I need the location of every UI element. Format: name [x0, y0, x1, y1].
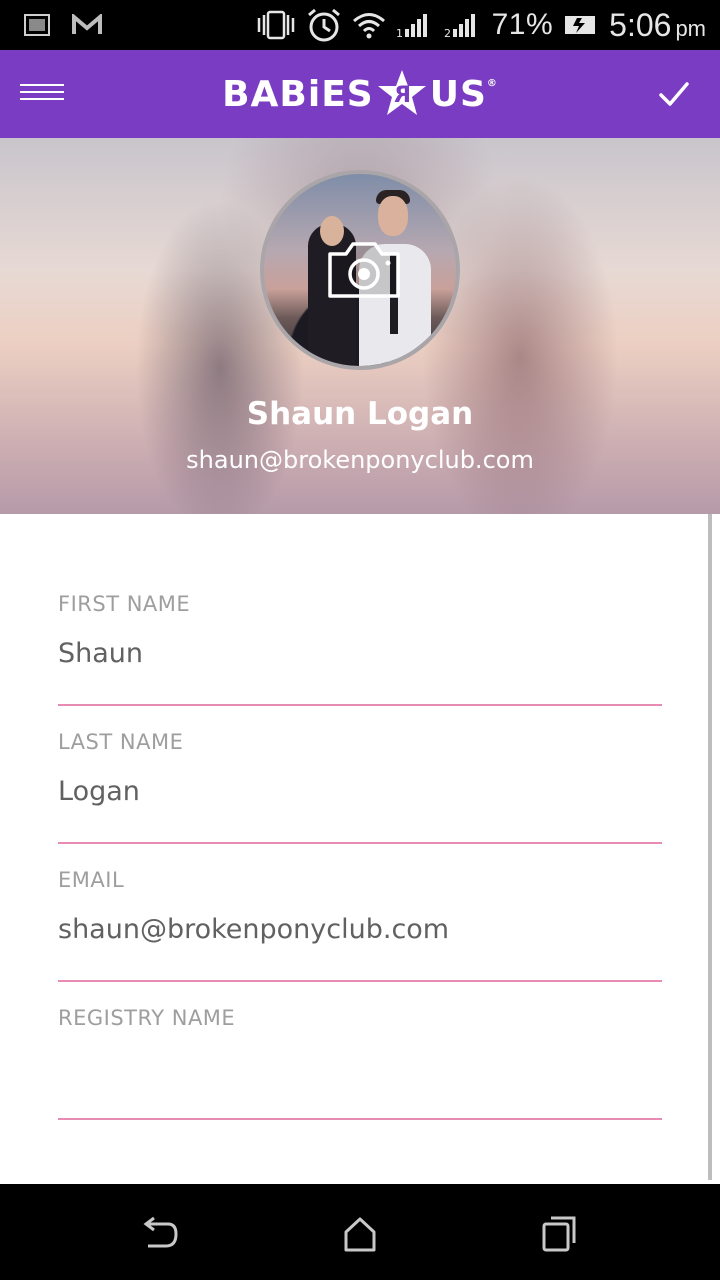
profile-header: Shaun Logan shaun@brokenponyclub.com — [0, 138, 720, 514]
menu-line — [20, 98, 64, 100]
profile-email: shaun@brokenponyclub.com — [186, 446, 534, 474]
battery-icon — [565, 16, 596, 34]
status-time: 5:06 pm — [609, 7, 706, 44]
avatar-photo-face — [378, 196, 408, 236]
first-name-label: FIRST NAME — [58, 592, 191, 616]
svg-text:1: 1 — [396, 27, 403, 39]
system-nav-bar — [0, 1184, 720, 1280]
logo-registered-mark: ® — [486, 78, 498, 89]
menu-icon[interactable] — [20, 82, 66, 106]
vibrate-icon — [257, 10, 294, 40]
alarm-icon — [307, 8, 340, 42]
registry-name-label: REGISTRY NAME — [58, 1006, 236, 1030]
svg-text:2: 2 — [444, 27, 451, 39]
gmail-notification-icon — [72, 14, 102, 34]
email-label: EMAIL — [58, 868, 125, 892]
gallery-notification-icon — [24, 14, 50, 36]
menu-line — [20, 84, 64, 86]
battery-percent: 71% — [491, 8, 554, 41]
logo-star-r-icon: R — [377, 70, 426, 115]
camera-icon[interactable] — [326, 238, 402, 300]
recents-icon[interactable] — [540, 1214, 580, 1254]
registry-name-underline — [58, 1118, 662, 1120]
last-name-label: LAST NAME — [58, 730, 184, 754]
back-icon[interactable] — [140, 1214, 180, 1254]
status-time-suffix: pm — [675, 15, 706, 41]
profile-form: FIRST NAME Shaun LAST NAME Logan EMAIL s… — [0, 514, 720, 1184]
avatar[interactable] — [260, 170, 460, 370]
status-time-value: 5:06 — [609, 6, 672, 43]
menu-line — [20, 91, 64, 93]
logo-text-left: BABiES — [222, 73, 374, 115]
first-name-field: FIRST NAME Shaun — [58, 514, 662, 706]
brand-logo: BABiES R US ® — [222, 68, 498, 120]
status-bar: 1 2 71% 5:06 pm — [0, 0, 720, 50]
form-scrollbar[interactable] — [708, 514, 712, 1180]
email-field: EMAIL shaun@brokenponyclub.com — [58, 790, 662, 982]
signal-sim2-icon: 2 — [444, 14, 475, 39]
profile-name: Shaun Logan — [246, 396, 474, 432]
home-icon[interactable] — [340, 1214, 380, 1254]
last-name-field: LAST NAME Logan — [58, 652, 662, 844]
svg-text:R: R — [393, 83, 411, 108]
check-icon[interactable] — [656, 76, 692, 112]
signal-sim1-icon: 1 — [396, 14, 427, 39]
wifi-icon — [352, 13, 385, 39]
registry-name-field: REGISTRY NAME — [58, 928, 662, 1120]
app-bar: BABiES R US ® — [0, 50, 720, 138]
logo-text-right: US — [429, 73, 487, 115]
